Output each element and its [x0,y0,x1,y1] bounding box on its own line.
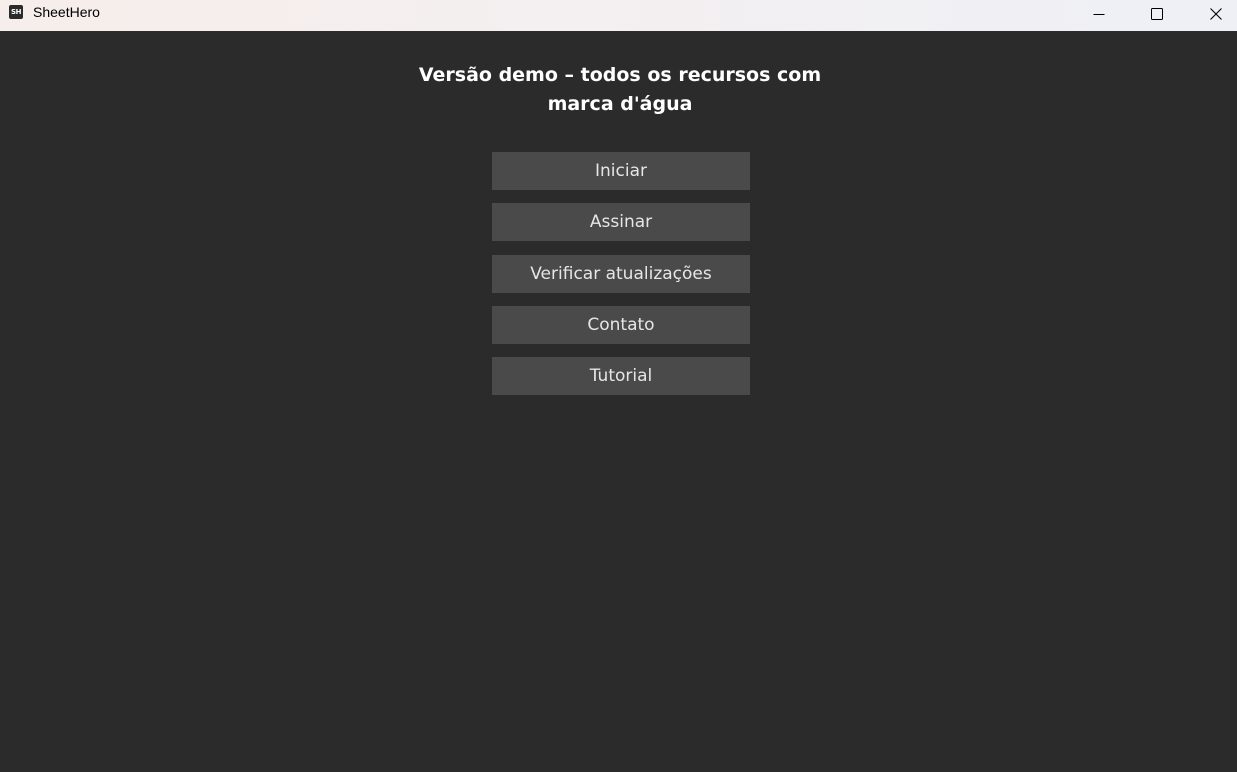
minimize-icon [1093,14,1105,15]
maximize-icon [1151,8,1163,20]
window-title: SheetHero [33,4,100,20]
main-content: Versão demo – todos os recursos com marc… [0,31,1237,772]
contact-button[interactable]: Contato [492,306,750,344]
demo-notice-heading: Versão demo – todos os recursos com marc… [418,64,822,115]
close-icon [1210,8,1222,20]
maximize-button[interactable] [1128,0,1186,28]
title-bar[interactable]: SH SheetHero [0,0,1237,31]
subscribe-button[interactable]: Assinar [492,203,750,241]
tutorial-button[interactable]: Tutorial [492,357,750,395]
start-button[interactable]: Iniciar [492,152,750,190]
check-updates-button[interactable]: Verificar atualizações [492,255,750,293]
close-button[interactable] [1187,0,1237,28]
app-icon: SH [9,5,23,19]
minimize-button[interactable] [1070,0,1128,28]
